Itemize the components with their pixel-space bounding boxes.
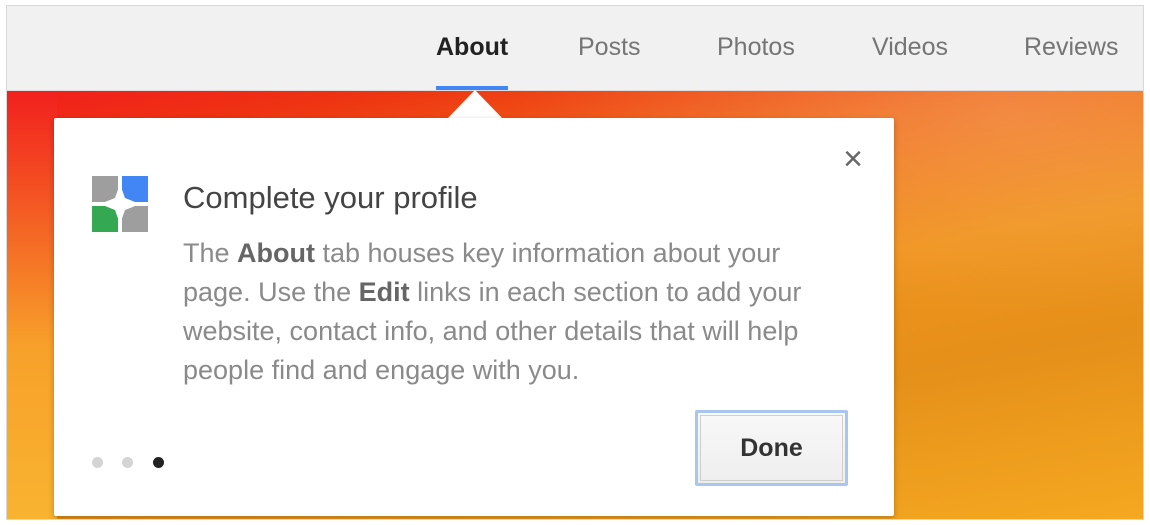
tab-posts[interactable]: Posts — [578, 33, 641, 62]
window: About Posts Photos Videos Reviews × Comp… — [6, 5, 1144, 520]
puzzle-logo-icon — [92, 176, 148, 232]
step-dot-1[interactable] — [92, 457, 103, 468]
tab-about[interactable]: About — [436, 33, 508, 62]
done-button[interactable]: Done — [695, 410, 848, 486]
step-dot-2[interactable] — [122, 457, 134, 468]
description-bold-about: About — [237, 238, 315, 268]
popup-description: The About tab houses key information abo… — [183, 234, 853, 390]
profile-tip-popup: × Complete your profile The About tab ho… — [54, 118, 894, 516]
popup-title: Complete your profile — [183, 180, 478, 215]
tab-photos[interactable]: Photos — [717, 33, 795, 62]
top-navigation: About Posts Photos Videos Reviews — [7, 6, 1143, 91]
tab-reviews[interactable]: Reviews — [1024, 33, 1118, 62]
done-button-inner-border — [700, 415, 843, 481]
tab-videos[interactable]: Videos — [872, 33, 948, 62]
close-icon[interactable]: × — [836, 142, 870, 176]
cover-photo-edge — [7, 91, 57, 519]
description-text: The — [183, 238, 238, 268]
popup-pointer — [447, 90, 503, 119]
description-bold-edit: Edit — [358, 277, 410, 307]
step-dot-3[interactable] — [152, 457, 164, 468]
step-indicator — [92, 455, 179, 469]
